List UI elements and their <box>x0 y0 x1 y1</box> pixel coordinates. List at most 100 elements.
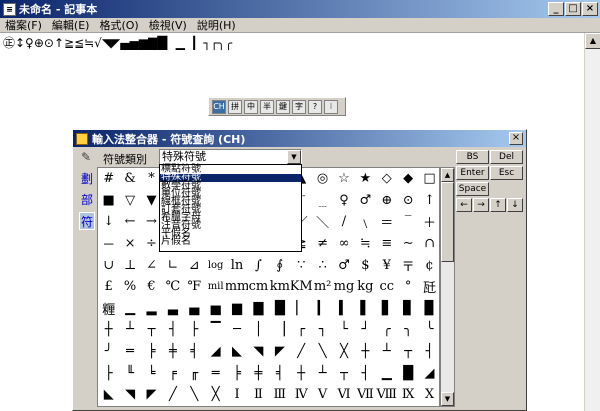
symbol-cell[interactable]: ▏ <box>291 298 312 320</box>
symbol-cell[interactable]: log <box>205 254 226 276</box>
symbol-cell[interactable]: ┤ <box>162 319 183 341</box>
symbol-cell[interactable]: ╪ <box>248 362 269 384</box>
symbol-cell[interactable]: ├ <box>184 319 205 341</box>
symbol-cell[interactable]: █ <box>397 362 418 384</box>
symbol-cell[interactable]: ≠ <box>312 233 333 255</box>
symbol-cell[interactable]: ▋ <box>376 298 397 320</box>
symbol-cell[interactable]: ╪ <box>162 341 183 363</box>
symbol-cell[interactable]: ╘ <box>141 362 162 384</box>
symbol-cell[interactable]: ∞ <box>333 233 354 255</box>
symbol-cell[interactable]: ╞ <box>226 362 247 384</box>
symbol-cell[interactable]: 〒 <box>397 254 418 276</box>
ime-halfwidth-button[interactable]: 半 <box>260 99 274 114</box>
symbol-cell[interactable]: ┬ <box>333 362 354 384</box>
symbol-cell[interactable]: ▁ <box>376 362 397 384</box>
key-delete[interactable]: Del <box>490 150 523 164</box>
key-escape[interactable]: Esc <box>490 166 523 180</box>
menu-help[interactable]: 說明(H) <box>192 17 241 33</box>
symbol-cell[interactable]: ↑ <box>419 190 439 212</box>
symbol-cell[interactable]: ♂ <box>355 190 376 212</box>
menu-file[interactable]: 檔案(F) <box>0 17 47 33</box>
symbol-cell[interactable]: ⊕ <box>376 190 397 212</box>
pen-icon[interactable]: ✎ <box>81 150 95 164</box>
symbol-cell[interactable]: ═ <box>205 362 226 384</box>
symbol-cell[interactable]: ＋ <box>419 211 439 233</box>
symbol-cell[interactable]: ┤ <box>419 341 439 363</box>
ime-char-button[interactable]: 字 <box>292 99 306 114</box>
symbol-cell[interactable]: Ⅱ <box>248 384 269 406</box>
symbol-cell[interactable]: ╳ <box>205 384 226 406</box>
symbol-cell[interactable]: Ⅷ <box>376 384 397 406</box>
symbol-cell[interactable]: ℃ <box>162 276 183 298</box>
symbol-cell[interactable]: ▅ <box>205 298 226 320</box>
maximize-button[interactable]: □ <box>565 2 581 16</box>
symbol-cell[interactable]: └ <box>333 319 354 341</box>
symbol-cell[interactable]: £ <box>98 276 119 298</box>
symbol-cell[interactable]: × <box>119 233 140 255</box>
symbol-cell[interactable]: ▃ <box>162 298 183 320</box>
minimize-button[interactable]: _ <box>548 2 564 16</box>
tab-strokes[interactable]: 劃 <box>79 170 95 188</box>
symbol-cell[interactable]: │ <box>248 319 269 341</box>
symbol-cell[interactable]: ┌ <box>291 319 312 341</box>
key-space[interactable]: Space <box>456 182 489 196</box>
key-enter[interactable]: Enter <box>456 166 489 180</box>
arrow-left-icon[interactable]: ← <box>456 198 472 212</box>
symbol-cell[interactable]: ▽ <box>119 190 140 212</box>
symbol-cell[interactable]: ╮ <box>397 319 418 341</box>
symbol-cell[interactable]: ╡ <box>269 362 290 384</box>
symbol-cell[interactable]: ╙ <box>119 362 140 384</box>
scroll-up-icon[interactable]: ▲ <box>441 168 454 182</box>
symbol-cell[interactable]: － <box>98 233 119 255</box>
symbol-cell[interactable]: ∵ <box>291 254 312 276</box>
dropdown-option[interactable]: 片假名 <box>160 237 301 247</box>
symbol-cell[interactable]: □ <box>419 168 439 190</box>
symbol-cell[interactable]: ∩ <box>419 233 439 255</box>
scroll-thumb[interactable] <box>441 182 454 262</box>
symbol-cell[interactable]: € <box>141 276 162 298</box>
symbol-cell[interactable]: ◥ <box>119 384 140 406</box>
symbol-cell[interactable]: 瓩 <box>419 276 439 298</box>
arrow-down-icon[interactable]: ↓ <box>507 198 523 212</box>
symbol-cell[interactable]: ∕ <box>333 211 354 233</box>
symbol-cell[interactable]: ln <box>226 254 247 276</box>
symbol-cell[interactable]: ‾ <box>397 211 418 233</box>
symbol-cell[interactable]: ┴ <box>376 341 397 363</box>
symbol-cell[interactable]: ◤ <box>141 384 162 406</box>
symbol-cell[interactable]: ╱ <box>291 341 312 363</box>
symbol-cell[interactable]: ╲ <box>184 384 205 406</box>
symbol-cell[interactable]: ╞ <box>141 341 162 363</box>
symbol-cell[interactable]: mil <box>205 276 226 298</box>
symbol-cell[interactable]: ╓ <box>184 362 205 384</box>
ime-chinese-button[interactable]: 中 <box>244 99 258 114</box>
symbol-cell[interactable]: ♀ <box>333 190 354 212</box>
scroll-up-icon[interactable]: ▲ <box>585 33 600 49</box>
dialog-close-button[interactable]: × <box>509 132 523 145</box>
symbol-cell[interactable]: ∠ <box>141 254 162 276</box>
symbol-cell[interactable]: ▌ <box>355 298 376 320</box>
symbol-cell[interactable]: ▎ <box>312 298 333 320</box>
menu-edit[interactable]: 編輯(E) <box>47 17 95 33</box>
symbol-cell[interactable]: ◆ <box>397 168 418 190</box>
symbol-cell[interactable]: ┬ <box>141 319 162 341</box>
symbol-cell[interactable]: ▂ <box>141 298 162 320</box>
arrow-up-icon[interactable]: ↑ <box>490 198 506 212</box>
tab-radicals[interactable]: 部 <box>79 191 95 209</box>
symbol-cell[interactable]: km <box>269 276 290 298</box>
menu-view[interactable]: 檢視(V) <box>144 17 192 33</box>
symbol-cell[interactable]: ▕ <box>269 319 290 341</box>
symbol-cell[interactable]: ← <box>119 211 140 233</box>
symbol-cell[interactable]: ◤ <box>269 341 290 363</box>
symbol-cell[interactable]: ╯ <box>98 341 119 363</box>
symbol-cell[interactable]: ◇ <box>376 168 397 190</box>
symbol-cell[interactable]: ◎ <box>312 168 333 190</box>
symbol-cell[interactable]: ¢ <box>419 254 439 276</box>
symbol-cell[interactable]: ▄ <box>184 298 205 320</box>
symbol-cell[interactable]: ╱ <box>162 384 183 406</box>
symbol-cell[interactable]: ☆ <box>333 168 354 190</box>
symbol-cell[interactable]: ⊿ <box>184 254 205 276</box>
symbol-cell[interactable]: Ⅰ <box>226 384 247 406</box>
category-select[interactable]: 特殊符號 ▼ <box>159 149 302 165</box>
tab-symbols[interactable]: 符 <box>79 212 95 230</box>
symbol-cell[interactable]: & <box>119 168 140 190</box>
